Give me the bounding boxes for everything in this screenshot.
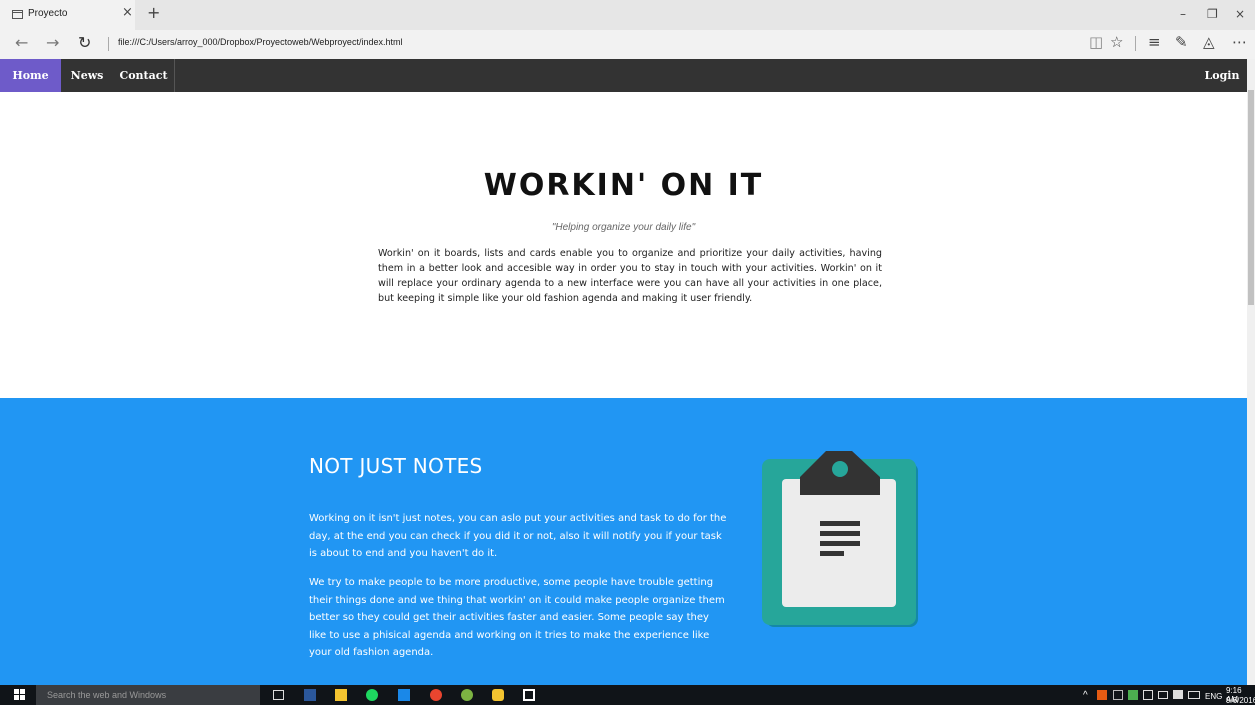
language-indicator[interactable]: ENG bbox=[1205, 692, 1222, 701]
toolbar-divider bbox=[1135, 36, 1136, 51]
feature-paragraph-2: We try to make people to be more product… bbox=[309, 577, 725, 659]
tab-title: Proyecto bbox=[28, 8, 68, 19]
mail-app-icon[interactable] bbox=[523, 689, 535, 701]
edge-browser-icon[interactable] bbox=[398, 689, 410, 701]
nav-login-link[interactable]: Login bbox=[1197, 59, 1247, 92]
feature-paragraph-1: Working on it isn't just notes, you can … bbox=[309, 513, 727, 560]
word-app-icon[interactable] bbox=[304, 689, 316, 701]
reading-view-icon[interactable]: ◫ bbox=[1089, 34, 1103, 50]
nav-home-link[interactable]: Home bbox=[0, 59, 61, 92]
tray-chevron-icon[interactable]: ^ bbox=[1083, 690, 1088, 701]
favorite-star-icon[interactable]: ☆ bbox=[1110, 34, 1123, 50]
tray-sync-icon[interactable] bbox=[1128, 690, 1138, 700]
address-divider bbox=[108, 37, 109, 51]
web-note-icon[interactable]: ✎ bbox=[1175, 34, 1188, 50]
minimize-icon[interactable]: – bbox=[1180, 7, 1186, 21]
chrome-browser-icon[interactable] bbox=[430, 689, 442, 701]
action-center-icon[interactable] bbox=[1173, 690, 1183, 699]
battery-icon[interactable] bbox=[1158, 691, 1168, 699]
clock-date[interactable]: 9/6/2016 bbox=[1226, 696, 1255, 705]
back-icon[interactable]: ← bbox=[15, 35, 28, 51]
network-icon[interactable] bbox=[1113, 690, 1123, 700]
browser-tab-bar: Proyecto × + – ❐ × bbox=[0, 0, 1255, 30]
nav-news-link[interactable]: News bbox=[61, 59, 113, 92]
task-view-icon[interactable] bbox=[273, 690, 284, 700]
keyboard-icon[interactable] bbox=[1188, 691, 1200, 699]
restore-icon[interactable]: ❐ bbox=[1207, 7, 1218, 21]
tab-close-icon[interactable]: × bbox=[122, 6, 133, 20]
scrollbar-thumb[interactable] bbox=[1248, 90, 1254, 305]
folder-app-icon[interactable] bbox=[492, 689, 504, 701]
tray-app-icon[interactable] bbox=[1097, 690, 1107, 700]
url-field[interactable]: file:///C:/Users/arroy_000/Dropbox/Proye… bbox=[118, 37, 402, 47]
hero-subtitle: "Helping organize your daily life" bbox=[551, 222, 696, 233]
hero-description: Workin' on it boards, lists and cards en… bbox=[378, 248, 882, 304]
more-actions-icon[interactable]: ⋯ bbox=[1232, 34, 1247, 50]
feature-heading: NOT JUST NOTES bbox=[309, 454, 483, 478]
taskbar-search-placeholder: Search the web and Windows bbox=[47, 690, 167, 700]
app-icon[interactable] bbox=[461, 689, 473, 701]
clipboard-icon bbox=[762, 451, 918, 627]
windows-start-icon[interactable] bbox=[14, 689, 26, 701]
window-close-icon[interactable]: × bbox=[1235, 7, 1245, 21]
new-tab-icon[interactable]: + bbox=[147, 4, 160, 22]
site-navbar: Home News Contact Login bbox=[0, 59, 1247, 92]
forward-icon[interactable]: → bbox=[46, 35, 59, 51]
spotify-app-icon[interactable] bbox=[366, 689, 378, 701]
file-explorer-icon[interactable] bbox=[335, 689, 347, 701]
volume-icon[interactable] bbox=[1143, 690, 1153, 700]
share-icon[interactable]: ◬ bbox=[1203, 34, 1215, 50]
nav-contact-link[interactable]: Contact bbox=[113, 59, 175, 92]
hero-title: WORKIN' ON IT bbox=[483, 168, 764, 203]
page-favicon-icon bbox=[12, 10, 23, 19]
refresh-icon[interactable]: ↻ bbox=[78, 35, 91, 51]
browser-tab[interactable]: Proyecto × bbox=[0, 0, 135, 30]
hub-icon[interactable]: ≡ bbox=[1148, 34, 1161, 50]
